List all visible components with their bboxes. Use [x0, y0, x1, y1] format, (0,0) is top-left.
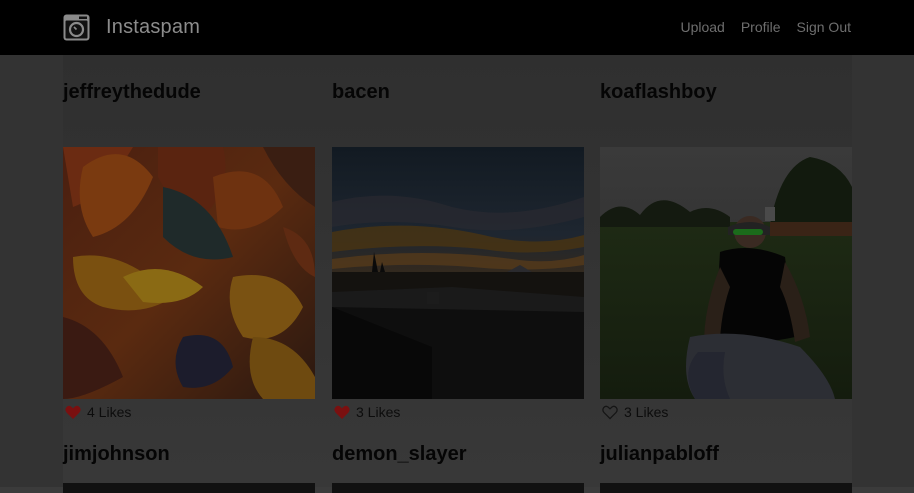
post-username[interactable]: jeffreythedude	[63, 81, 201, 104]
post-username[interactable]: julianpabloff	[600, 443, 719, 466]
post-image[interactable]	[332, 147, 584, 399]
post-username[interactable]: jimjohnson	[63, 443, 170, 466]
brand-name: Instaspam	[106, 15, 201, 38]
nav-links: Upload Profile Sign Out	[680, 19, 851, 35]
camera-icon	[63, 14, 90, 40]
post-image[interactable]	[63, 483, 315, 493]
heart-outline-icon[interactable]	[602, 405, 618, 420]
nav-upload-link[interactable]: Upload	[680, 19, 724, 35]
likes-row: 3 Likes	[334, 404, 400, 420]
heart-filled-icon[interactable]	[334, 405, 350, 420]
post-image[interactable]	[63, 147, 315, 399]
likes-row: 4 Likes	[65, 404, 131, 420]
likes-row: 3 Likes	[602, 404, 668, 420]
heart-filled-icon[interactable]	[65, 405, 81, 420]
post-image[interactable]	[600, 483, 852, 493]
nav-sign-out-link[interactable]: Sign Out	[797, 19, 851, 35]
likes-count: 3 Likes	[624, 404, 669, 420]
post-username[interactable]: bacen	[332, 81, 390, 104]
post-username[interactable]: demon_slayer	[332, 443, 467, 466]
post-image[interactable]	[600, 147, 852, 399]
likes-count: 3 Likes	[356, 404, 401, 420]
post-image[interactable]	[332, 483, 584, 493]
post-username[interactable]: koaflashboy	[600, 81, 717, 104]
post-feed: jeffreythedude 4 Likes bacen 3 Likes koa…	[63, 55, 852, 493]
brand-link[interactable]: Instaspam	[63, 13, 200, 41]
nav-profile-link[interactable]: Profile	[741, 19, 781, 35]
navbar: Instaspam Upload Profile Sign Out	[0, 0, 914, 55]
likes-count: 4 Likes	[87, 404, 132, 420]
